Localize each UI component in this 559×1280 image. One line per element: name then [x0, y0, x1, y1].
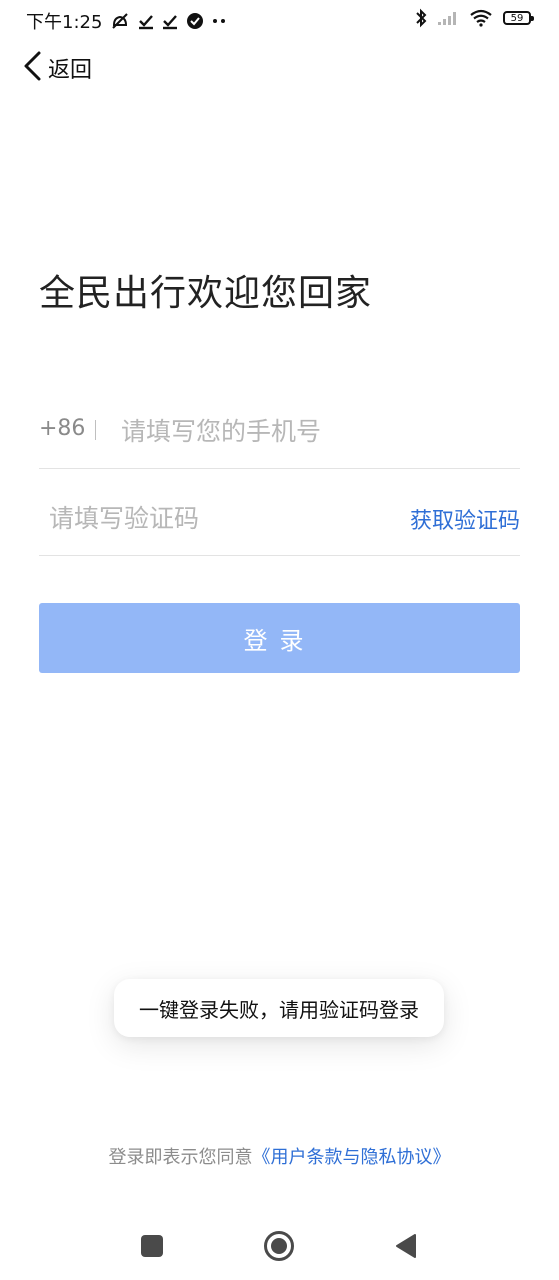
status-time: 下午1:25: [26, 12, 103, 33]
recent-apps-button[interactable]: [132, 1228, 172, 1268]
toast-message: 一键登录失败，请用验证码登录: [139, 997, 419, 1022]
download-done-icon: [162, 12, 178, 30]
navigation-bar: [0, 1220, 559, 1270]
login-label: 登录: [243, 626, 316, 655]
check-circle-icon: [186, 12, 204, 30]
code-field: 获取验证码: [39, 469, 520, 556]
circle-icon: [263, 1230, 295, 1266]
back-label: 返回: [48, 58, 93, 83]
get-code-button[interactable]: 获取验证码: [410, 503, 520, 535]
back-button[interactable]: 返回: [22, 50, 92, 86]
wifi-icon: [469, 9, 493, 27]
chevron-left-icon: [22, 50, 42, 86]
agreement-link[interactable]: 《用户条款与隐私协议》: [253, 1147, 451, 1168]
bluetooth-icon: [415, 8, 427, 28]
status-bar: 下午1:25 59: [0, 0, 559, 40]
home-button[interactable]: [259, 1228, 299, 1268]
toast: 一键登录失败，请用验证码登录: [114, 979, 444, 1037]
nav-back-button[interactable]: [386, 1228, 426, 1268]
triangle-left-icon: [393, 1232, 419, 1264]
mute-alarm-icon: [110, 12, 130, 30]
signal-icon: [437, 10, 459, 26]
divider: [95, 420, 96, 440]
agreement-prefix: 登录即表示您同意: [108, 1147, 253, 1168]
agreement-text: 登录即表示您同意《用户条款与隐私协议》: [0, 1143, 559, 1169]
status-left: 下午1:25: [26, 8, 226, 34]
country-code[interactable]: +86: [39, 416, 85, 441]
status-right: 59: [415, 8, 534, 28]
phone-field: +86: [39, 382, 520, 469]
battery-level: 59: [510, 12, 524, 24]
more-dots-icon: [212, 18, 226, 24]
battery-icon: 59: [503, 11, 534, 25]
verification-code-input[interactable]: [47, 497, 351, 539]
page-title: 全民出行欢迎您回家: [39, 273, 373, 314]
square-icon: [140, 1234, 164, 1262]
phone-input[interactable]: [119, 410, 503, 452]
download-done-icon: [138, 12, 154, 30]
login-button[interactable]: 登录: [39, 603, 520, 673]
